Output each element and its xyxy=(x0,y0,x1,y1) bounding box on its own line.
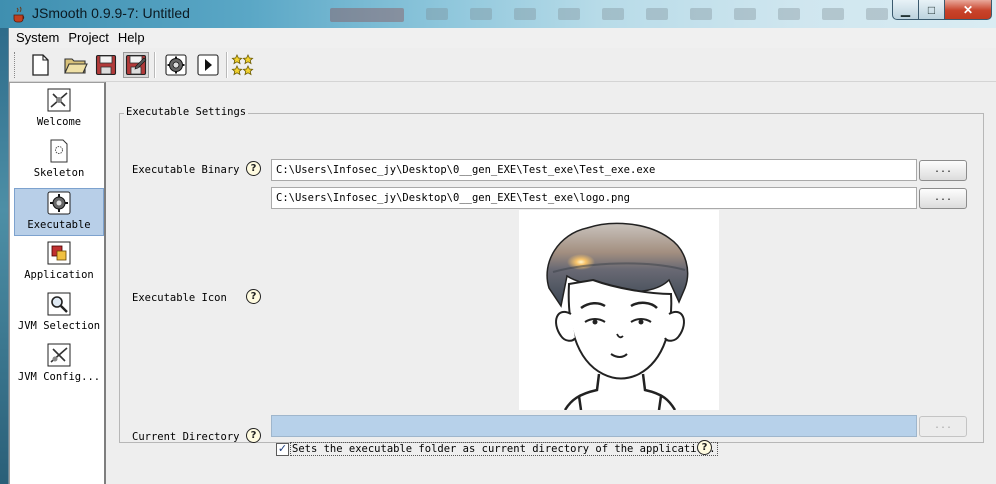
toolbar-separator xyxy=(226,52,228,78)
window-title-bar[interactable]: JSmooth 0.9.9-7: Untitled ▁ □ ✕ xyxy=(0,0,996,28)
executable-binary-label: Executable Binary xyxy=(132,164,240,176)
sidebar-item-label: Application xyxy=(24,269,94,281)
sidebar-item-application[interactable]: Application xyxy=(14,239,104,287)
about-stars-icon xyxy=(231,54,254,76)
skeleton-icon xyxy=(50,139,68,163)
cartoon-face-logo-image xyxy=(546,222,689,410)
desktop-background-strip xyxy=(0,28,8,484)
sidebar-item-jvm-selection[interactable]: JVM Selection xyxy=(14,290,104,338)
toolbar-separator xyxy=(154,52,156,78)
sidebar-item-label: JVM Config... xyxy=(17,371,101,383)
help-icon[interactable]: ? xyxy=(246,428,261,443)
close-button[interactable]: ✕ xyxy=(945,0,992,20)
new-project-button[interactable] xyxy=(27,52,53,78)
sidebar-item-label: Welcome xyxy=(36,116,82,128)
executable-icon-preview xyxy=(519,210,719,410)
run-play-icon xyxy=(197,54,219,76)
compile-button[interactable] xyxy=(163,52,189,78)
help-icon[interactable]: ? xyxy=(697,440,712,455)
run-button[interactable] xyxy=(195,52,221,78)
executable-icon-browse-button[interactable]: ... xyxy=(919,188,967,209)
menu-bar: System Project Help xyxy=(9,28,996,48)
group-title: Executable Settings xyxy=(124,106,249,118)
help-icon[interactable]: ? xyxy=(246,289,261,304)
set-current-directory-checkbox[interactable]: ✓ xyxy=(276,443,289,456)
navigation-sidebar: Welcome Skeleton Executable Application … xyxy=(9,82,106,484)
sidebar-item-welcome[interactable]: Welcome xyxy=(14,86,104,134)
sidebar-item-label: Skeleton xyxy=(33,167,85,179)
minimize-button[interactable]: ▁ xyxy=(892,0,919,20)
executable-icon xyxy=(47,191,71,215)
jsmooth-app-icon xyxy=(13,6,25,23)
compile-gear-icon xyxy=(165,54,187,76)
application-icon xyxy=(47,241,71,265)
sidebar-item-label: Executable xyxy=(27,219,91,231)
toolbar-grip[interactable] xyxy=(14,52,17,78)
jvm-selection-icon xyxy=(47,292,71,316)
application-client-area: System Project Help Welcome Skeleton Exe… xyxy=(8,28,996,484)
sidebar-item-label: JVM Selection xyxy=(17,320,101,332)
menu-project[interactable]: Project xyxy=(68,28,108,48)
background-window-ghost xyxy=(330,8,890,22)
save-icon xyxy=(95,54,117,76)
save-project-button[interactable] xyxy=(93,52,119,78)
current-directory-field[interactable] xyxy=(271,415,917,437)
current-directory-browse-button[interactable]: ... xyxy=(919,416,967,437)
executable-binary-browse-button[interactable]: ... xyxy=(919,160,967,181)
toolbar xyxy=(9,48,996,82)
current-directory-label: Current Directory xyxy=(132,431,240,443)
open-folder-icon xyxy=(64,58,88,74)
set-current-directory-checkbox-label[interactable]: Sets the executable folder as current di… xyxy=(290,442,718,456)
about-button[interactable] xyxy=(230,52,256,78)
save-as-icon xyxy=(125,54,147,76)
open-project-button[interactable] xyxy=(63,52,89,78)
executable-icon-label: Executable Icon xyxy=(132,292,227,304)
new-icon xyxy=(32,54,49,76)
welcome-icon xyxy=(47,88,71,112)
window-controls: ▁ □ ✕ xyxy=(892,0,992,20)
jvm-config-icon xyxy=(47,343,71,367)
menu-help[interactable]: Help xyxy=(118,28,145,48)
help-icon[interactable]: ? xyxy=(246,161,261,176)
sidebar-item-skeleton[interactable]: Skeleton xyxy=(14,137,104,185)
menu-system[interactable]: System xyxy=(16,28,59,48)
executable-icon-field[interactable]: C:\Users\Infosec_jy\Desktop\0__gen_EXE\T… xyxy=(271,187,917,209)
sidebar-item-jvm-config[interactable]: JVM Config... xyxy=(14,341,104,389)
executable-binary-field[interactable]: C:\Users\Infosec_jy\Desktop\0__gen_EXE\T… xyxy=(271,159,917,181)
maximize-button[interactable]: □ xyxy=(919,0,945,20)
save-as-button[interactable] xyxy=(123,52,149,78)
executable-settings-panel: Executable Settings Executable Binary ? … xyxy=(109,82,996,484)
sidebar-item-executable[interactable]: Executable xyxy=(14,188,104,236)
window-title: JSmooth 0.9.9-7: Untitled xyxy=(32,5,190,21)
